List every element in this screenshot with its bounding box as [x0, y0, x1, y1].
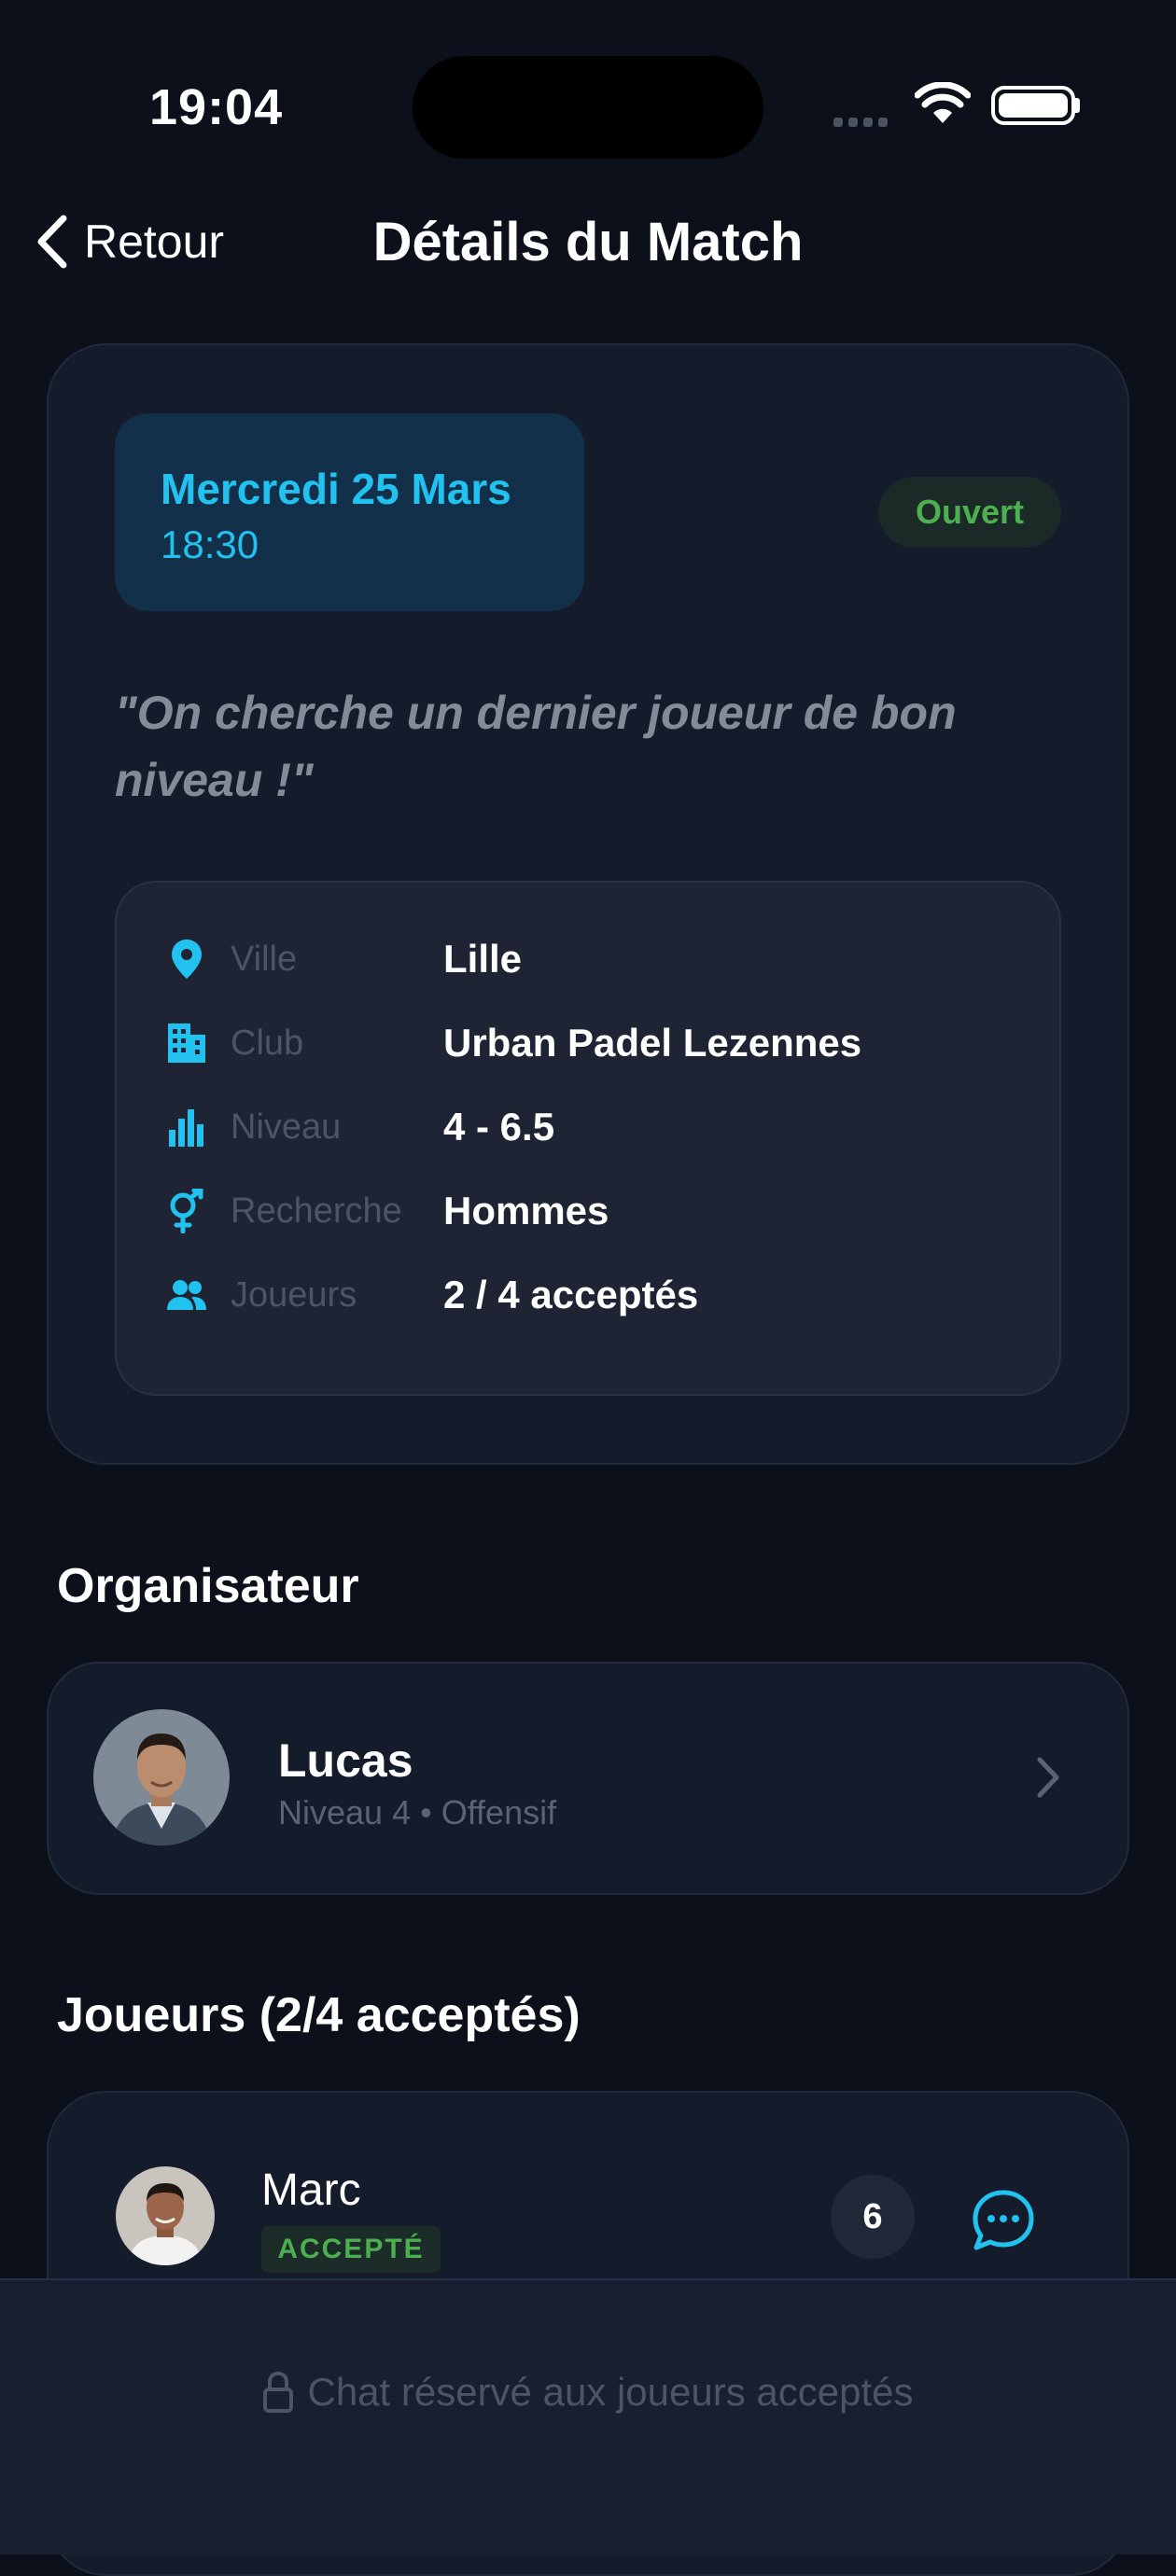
location-pin-icon	[163, 936, 210, 982]
organizer-avatar	[93, 1709, 230, 1845]
player-name: Marc	[261, 2165, 361, 2215]
lock-icon	[263, 2371, 294, 2413]
player-status-badge: ACCEPTÉ	[261, 2226, 441, 2273]
detail-row-recherche: Recherche Hommes	[163, 1183, 609, 1239]
gender-icon	[163, 1188, 210, 1234]
detail-row-joueurs: Joueurs 2 / 4 acceptés	[163, 1267, 698, 1323]
organizer-subtitle: Niveau 4 • Offensif	[278, 1793, 557, 1831]
cellular-signal-icon	[833, 115, 893, 132]
people-icon	[163, 1272, 210, 1318]
player-avatar	[116, 2166, 215, 2265]
detail-label: Recherche	[231, 1191, 402, 1231]
chat-restriction-notice: Chat réservé aux joueurs acceptés	[0, 2370, 1176, 2415]
bottom-bar	[0, 2278, 1176, 2555]
match-description: "On cherche un dernier joueur de bon niv…	[115, 687, 957, 806]
organizer-name: Lucas	[278, 1734, 413, 1787]
chat-restriction-text: Chat réservé aux joueurs acceptés	[307, 2370, 914, 2414]
battery-tip	[1075, 98, 1080, 113]
match-time: 18:30	[161, 522, 259, 566]
organizer-section-title: Organisateur	[57, 1559, 359, 1613]
detail-value: Hommes	[443, 1189, 609, 1232]
detail-value: 2 / 4 acceptés	[443, 1273, 699, 1316]
detail-label: Ville	[231, 939, 298, 979]
status-time: 19:04	[149, 79, 284, 135]
page-title: Détails du Match	[372, 212, 804, 272]
battery-icon	[991, 86, 1075, 125]
building-icon	[163, 1020, 210, 1066]
detail-label: Joueurs	[231, 1274, 357, 1315]
dynamic-island	[413, 56, 763, 159]
players-section-title: Joueurs (2/4 acceptés)	[57, 1988, 581, 2042]
chevron-right-icon	[1036, 1756, 1060, 1803]
detail-label: Club	[231, 1023, 304, 1063]
detail-value: 4 - 6.5	[443, 1105, 555, 1149]
chat-bubble-icon[interactable]	[971, 2189, 1036, 2257]
detail-label: Niveau	[231, 1107, 342, 1147]
player-level-badge: 6	[831, 2175, 915, 2259]
detail-row-niveau: Niveau 4 - 6.5	[163, 1099, 554, 1155]
bar-chart-icon	[163, 1104, 210, 1150]
detail-value: Lille	[443, 937, 523, 981]
wifi-icon	[914, 81, 972, 130]
match-date: Mercredi 25 Mars	[161, 465, 511, 513]
detail-row-ville: Ville Lille	[163, 931, 522, 987]
status-badge: Ouvert	[878, 477, 1061, 548]
detail-value: Urban Padel Lezennes	[443, 1021, 862, 1065]
detail-row-club: Club Urban Padel Lezennes	[163, 1015, 861, 1071]
